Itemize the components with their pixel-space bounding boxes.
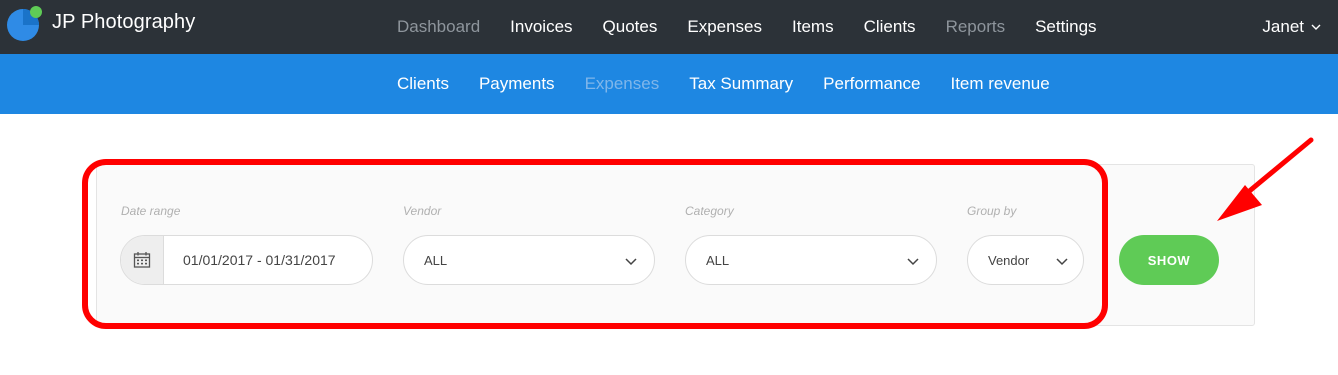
group-by-select-value: Vendor	[988, 253, 1030, 268]
nav-item-settings[interactable]: Settings	[1020, 17, 1111, 37]
chevron-down-icon	[625, 258, 637, 266]
subnav-item-expenses[interactable]: Expenses	[570, 74, 675, 94]
brand-name[interactable]: JP Photography	[52, 11, 195, 34]
calendar-icon	[133, 252, 151, 268]
group-by-label: Group by	[967, 204, 1017, 218]
vendor-label: Vendor	[403, 204, 442, 218]
category-select[interactable]: ALL	[685, 235, 937, 285]
reports-subnav-bar: Clients Payments Expenses Tax Summary Pe…	[0, 54, 1338, 114]
subnav-item-performance[interactable]: Performance	[808, 74, 935, 94]
reports-subnav: Clients Payments Expenses Tax Summary Pe…	[382, 54, 1065, 114]
subnav-item-payments[interactable]: Payments	[464, 74, 570, 94]
nav-item-quotes[interactable]: Quotes	[588, 17, 673, 37]
nav-item-items[interactable]: Items	[777, 17, 849, 37]
arrow-annotation-icon	[1217, 137, 1314, 221]
main-nav: Dashboard Invoices Quotes Expenses Items…	[382, 0, 1112, 54]
show-button[interactable]: SHOW	[1119, 235, 1219, 285]
nav-item-clients[interactable]: Clients	[849, 17, 931, 37]
subnav-item-item-revenue[interactable]: Item revenue	[935, 74, 1064, 94]
date-range-input[interactable]: 01/01/2017 - 01/31/2017	[120, 235, 373, 285]
chevron-down-icon	[1056, 258, 1068, 266]
nav-item-dashboard[interactable]: Dashboard	[382, 17, 495, 37]
date-range-value: 01/01/2017 - 01/31/2017	[183, 252, 336, 268]
user-name: Janet	[1262, 17, 1304, 36]
chevron-down-icon	[907, 258, 919, 266]
vendor-select-value: ALL	[424, 253, 448, 268]
brand-logo-icon[interactable]	[6, 6, 42, 42]
vendor-select[interactable]: ALL	[403, 235, 655, 285]
date-range-label: Date range	[121, 204, 181, 218]
subnav-item-clients[interactable]: Clients	[382, 74, 464, 94]
calendar-button[interactable]	[121, 236, 164, 284]
top-navbar: JP Photography Dashboard Invoices Quotes…	[0, 0, 1338, 54]
chevron-down-icon	[1311, 24, 1321, 30]
nav-item-invoices[interactable]: Invoices	[495, 17, 587, 37]
nav-item-expenses[interactable]: Expenses	[672, 17, 777, 37]
user-menu[interactable]: Janet	[1262, 0, 1321, 54]
group-by-select[interactable]: Vendor	[967, 235, 1084, 285]
category-label: Category	[685, 204, 734, 218]
subnav-item-tax-summary[interactable]: Tax Summary	[674, 74, 808, 94]
nav-item-reports[interactable]: Reports	[931, 17, 1021, 37]
category-select-value: ALL	[706, 253, 730, 268]
